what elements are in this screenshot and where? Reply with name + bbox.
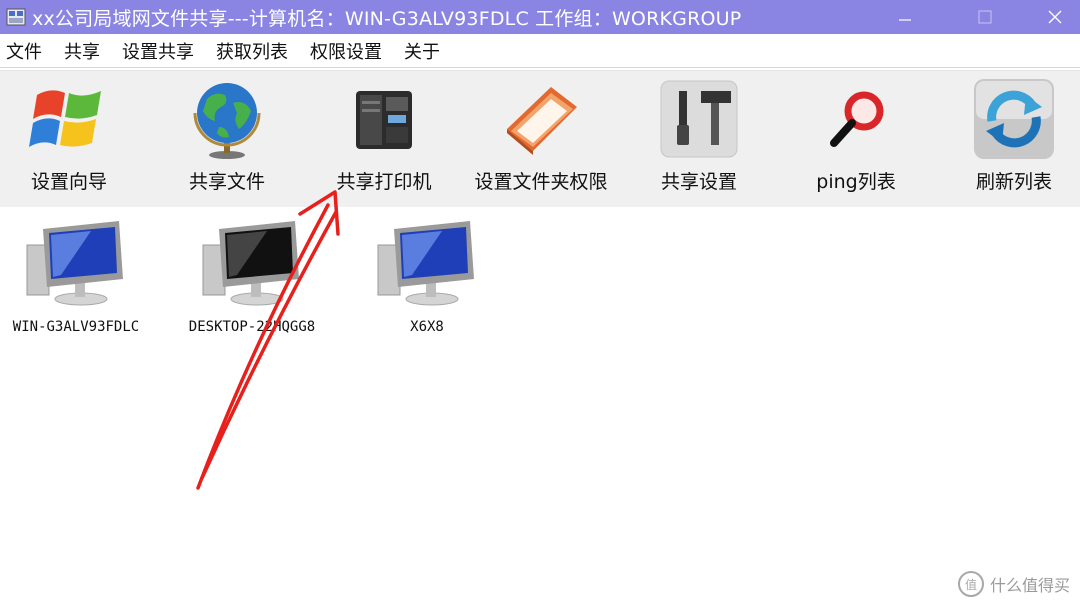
folder-permissions-button[interactable]: 设置文件夹权限 (466, 77, 616, 199)
minimize-button[interactable] (880, 0, 930, 34)
share-printer-button[interactable]: 共享打印机 (309, 77, 459, 199)
minimize-icon (899, 19, 911, 21)
computer-icon (202, 221, 299, 306)
toolbar: 设置向导 共享文件 共享打印机 设置文件夹权限 共享设置 ping列表 刷新列表 (0, 70, 1080, 208)
menu-about[interactable]: 关于 (398, 38, 452, 64)
ping-list-label: ping列表 (816, 171, 896, 193)
computer-name: X6X8 (410, 319, 444, 335)
refresh-list-label: 刷新列表 (975, 171, 1052, 193)
maximize-icon (978, 10, 992, 24)
computer-icon (377, 221, 474, 306)
maximize-button[interactable] (960, 0, 1010, 34)
watermark: 值 什么值得买 (957, 571, 1070, 597)
computer-item[interactable]: WIN-G3ALV93FDLC (0, 217, 156, 335)
setup-wizard-label: 设置向导 (30, 171, 107, 193)
window-title: xx公司局域网文件共享---计算机名：WIN-G3ALV93FDLC 工作组：W… (32, 7, 742, 30)
share-settings-label: 共享设置 (660, 171, 737, 193)
magnifier-icon (830, 91, 884, 147)
watermark-text: 什么值得买 (989, 576, 1070, 595)
menu-get-list[interactable]: 获取列表 (210, 38, 300, 64)
menu-share-settings[interactable]: 设置共享 (116, 38, 206, 64)
close-button[interactable] (1030, 0, 1080, 34)
menu-file[interactable]: 文件 (0, 38, 54, 64)
tools-icon (660, 80, 738, 158)
share-files-label: 共享文件 (188, 171, 265, 193)
menu-permissions[interactable]: 权限设置 (304, 38, 394, 64)
computer-list: WIN-G3ALV93FDLC DESKTOP-22HQGG8 X6X8 (0, 207, 1080, 607)
computer-name: WIN-G3ALV93FDLC (12, 319, 140, 335)
refresh-icon (974, 79, 1054, 159)
menu-share[interactable]: 共享 (58, 38, 112, 64)
setup-wizard-button[interactable]: 设置向导 (0, 77, 144, 199)
computer-item[interactable]: X6X8 (347, 217, 507, 335)
app-icon (6, 8, 26, 26)
close-icon (1048, 10, 1062, 24)
ping-list-button[interactable]: ping列表 (781, 77, 931, 199)
title-bar: xx公司局域网文件共享---计算机名：WIN-G3ALV93FDLC 工作组：W… (0, 0, 1080, 34)
share-settings-button[interactable]: 共享设置 (624, 77, 774, 199)
watermark-badge-icon: 值 (957, 571, 984, 597)
folder-permissions-label: 设置文件夹权限 (474, 171, 608, 193)
refresh-list-button[interactable]: 刷新列表 (939, 77, 1080, 199)
menu-bar: 文件 共享 设置共享 获取列表 权限设置 关于 (0, 34, 1080, 68)
computer-name: DESKTOP-22HQGG8 (188, 319, 316, 335)
folder-book-icon (507, 87, 577, 155)
printer-icon (356, 91, 412, 149)
computer-icon (26, 221, 123, 306)
share-printer-label: 共享打印机 (336, 171, 432, 193)
globe-icon (193, 83, 261, 159)
share-files-button[interactable]: 共享文件 (152, 77, 302, 199)
computer-item[interactable]: DESKTOP-22HQGG8 (172, 217, 332, 335)
windows-logo-icon (29, 90, 101, 147)
